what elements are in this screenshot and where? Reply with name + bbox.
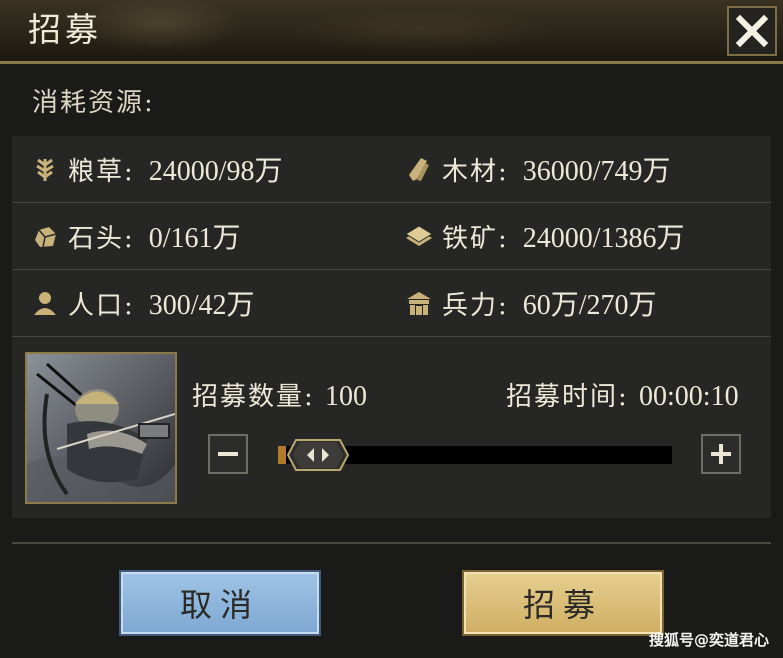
resource-row: 粮草: 24000/98万 木材: 36000/749万: [12, 136, 771, 203]
resource-row: 人口: 300/42万 兵力: 60万/270万: [12, 270, 771, 337]
resource-wood: 木材: 36000/749万: [404, 136, 671, 202]
resource-value: 300/42万: [148, 290, 255, 321]
resource-value: 60万/270万: [522, 290, 657, 321]
resource-label: 粮草:: [68, 156, 135, 187]
resource-value: 24000/98万: [148, 156, 283, 187]
watermark: 搜狐号@奕道君心: [648, 631, 769, 649]
stone-icon: [30, 221, 60, 251]
unit-portrait: [25, 352, 177, 504]
slider-fill: [278, 446, 286, 464]
plus-icon: [711, 444, 731, 464]
resource-value: 0/161万: [148, 223, 241, 254]
recruit-time-label: 招募时间:: [506, 382, 629, 412]
cancel-button[interactable]: 取消: [119, 570, 321, 636]
resource-value: 24000/1386万: [522, 223, 685, 254]
resource-stone: 石头: 0/161万: [30, 203, 241, 269]
divider: [12, 542, 771, 544]
minus-icon: [218, 452, 238, 456]
resource-row: 石头: 0/161万 铁矿: 24000/1386万: [12, 203, 771, 270]
resource-iron: 铁矿: 24000/1386万: [404, 203, 685, 269]
archer-portrait-image: [27, 354, 175, 502]
close-icon: [735, 14, 769, 48]
resource-label: 兵力:: [442, 290, 509, 321]
recruit-quantity-value: 100: [325, 381, 368, 412]
resource-troops: 兵力: 60万/270万: [404, 270, 657, 336]
recruit-quantity: 招募数量: 100: [192, 376, 367, 413]
grain-icon: [30, 154, 60, 184]
recruit-time-value: 00:00:10: [639, 381, 739, 412]
resources-header: 消耗资源:: [32, 88, 155, 118]
population-icon: [30, 288, 60, 318]
slider-handle-icon: [286, 439, 350, 471]
resource-label: 人口:: [68, 290, 135, 321]
title-bar: 招募: [0, 0, 783, 64]
resource-label: 铁矿:: [442, 223, 509, 254]
resource-population: 人口: 300/42万: [30, 270, 255, 336]
recruit-quantity-label: 招募数量:: [192, 382, 315, 412]
wood-icon: [404, 154, 434, 184]
close-button[interactable]: [727, 6, 777, 56]
recruit-button[interactable]: 招募: [462, 570, 664, 636]
iron-icon: [404, 221, 434, 251]
resource-grain: 粮草: 24000/98万: [30, 136, 283, 202]
resource-value: 36000/749万: [522, 156, 671, 187]
increase-button[interactable]: [701, 434, 741, 474]
resource-label: 木材:: [442, 156, 509, 187]
slider-handle[interactable]: [286, 438, 350, 472]
decrease-button[interactable]: [208, 434, 248, 474]
troops-icon: [404, 288, 434, 318]
window-title: 招募: [28, 10, 102, 49]
resource-label: 石头:: [68, 223, 135, 254]
recruit-time: 招募时间: 00:00:10: [506, 376, 739, 413]
